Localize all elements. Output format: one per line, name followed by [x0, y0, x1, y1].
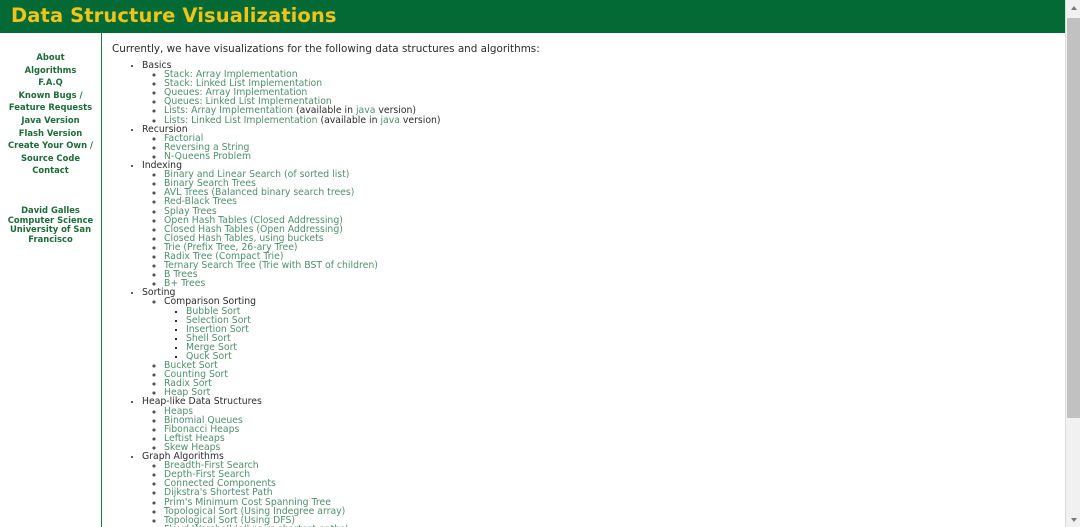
category-sublist: FactorialReversing a StringN-Queens Prob…	[142, 134, 1055, 161]
list-item: B Trees	[164, 270, 1055, 279]
java-version-link[interactable]: java	[380, 115, 399, 126]
list-item: Counting Sort	[164, 370, 1055, 379]
availability-prefix: (available in	[317, 114, 381, 126]
list-item: Binary and Linear Search (of sorted list…	[164, 170, 1055, 179]
list-item: Trie (Prefix Tree, 26-ary Tree)	[164, 243, 1055, 252]
category-sublist: Stack: Array ImplementationStack: Linked…	[142, 70, 1055, 125]
category-item: Graph AlgorithmsBreadth-First SearchDept…	[142, 452, 1055, 527]
sidebar-link-flash-version[interactable]: Flash Version	[19, 128, 83, 138]
scroll-up-arrow-icon[interactable]	[1066, 0, 1080, 15]
category-item: RecursionFactorialReversing a StringN-Qu…	[142, 125, 1055, 162]
comparison-sort-list: Bubble SortSelection SortInsertion SortS…	[164, 306, 1055, 361]
sidebar-link-algorithms[interactable]: Algorithms	[25, 65, 77, 75]
sidebar-nav: About Algorithms F.A.Q Known Bugs / Feature…	[0, 50, 101, 176]
category-sublist: Binary and Linear Search (of sorted list…	[142, 170, 1055, 288]
category-item: Heap-like Data StructuresHeapsBinomial Q…	[142, 397, 1055, 452]
list-item: B+ Trees	[164, 279, 1055, 288]
category-sublist: HeapsBinomial QueuesFibonacci HeapsLefti…	[142, 406, 1055, 452]
sidebar-link-f-a-q[interactable]: F.A.Q	[38, 77, 63, 87]
list-item: Heap Sort	[164, 388, 1055, 397]
page-header: Data Structure Visualizations	[0, 0, 1065, 33]
list-item: Depth-First Search	[164, 470, 1055, 479]
list-item: Ternary Search Tree (Trie with BST of ch…	[164, 261, 1055, 270]
category-item: BasicsStack: Array ImplementationStack: …	[142, 61, 1055, 125]
sidebar-credits: David Galles Computer Science University o…	[0, 205, 101, 244]
triangle-up-icon	[1070, 5, 1077, 10]
list-item: Radix Sort	[164, 379, 1055, 388]
list-item: N-Queens Problem	[164, 152, 1055, 161]
sidebar-link-create-your-own-source-code[interactable]: Create Your Own / Source Code	[8, 140, 93, 163]
page-title: Data Structure Visualizations	[11, 4, 337, 27]
list-item: Binomial Queues	[164, 416, 1055, 425]
category-sublist: Breadth-First SearchDepth-First SearchCo…	[142, 461, 1055, 527]
triangle-down-icon	[1070, 517, 1077, 522]
sidebar-link-java-version[interactable]: Java Version	[21, 115, 79, 125]
visualization-category-list: BasicsStack: Array ImplementationStack: …	[112, 61, 1055, 527]
list-item: Leftist Heaps	[164, 434, 1055, 443]
list-item: Lists: Linked List Implementation (avail…	[164, 114, 1055, 126]
list-item: Fibonacci Heaps	[164, 425, 1055, 434]
list-item: Red-Black Trees	[164, 197, 1055, 206]
scroll-down-arrow-icon[interactable]	[1066, 512, 1080, 527]
list-item: Shell Sort	[186, 334, 1055, 343]
list-item: Reversing a String	[164, 143, 1055, 152]
list-item: Skew Heaps	[164, 443, 1055, 452]
sidebar-link-known-bugs-feature-requests[interactable]: Known Bugs / Feature Requests	[9, 90, 92, 113]
category-item: IndexingBinary and Linear Search (of sor…	[142, 161, 1055, 289]
sidebar-link-about[interactable]: About	[36, 52, 64, 62]
list-item: Bucket Sort	[164, 361, 1055, 370]
sidebar: About Algorithms F.A.Q Known Bugs / Feature…	[0, 33, 102, 527]
page-root: Data Structure Visualizations About Algor…	[0, 0, 1080, 527]
list-item: AVL Trees (Balanced binary search trees)	[164, 188, 1055, 197]
list-item: Merge Sort	[186, 343, 1055, 352]
list-item: Connected Components	[164, 479, 1055, 488]
main-content: Currently, we have visualizations for th…	[103, 33, 1065, 527]
list-item: Topological Sort (Using Indegree array)	[164, 506, 1055, 515]
scrollbar-thumb[interactable]	[1067, 18, 1080, 418]
category-item: SortingComparison SortingBubble SortSele…	[142, 288, 1055, 397]
list-item: Quck Sort	[186, 352, 1055, 361]
list-item: Heaps	[164, 406, 1055, 415]
sidebar-link-contact[interactable]: Contact	[32, 165, 69, 176]
category-sublist: Comparison SortingBubble SortSelection S…	[142, 297, 1055, 397]
credit-line: University of San Francisco	[9, 224, 92, 244]
list-item: Breadth-First Search	[164, 461, 1055, 470]
intro-text: Currently, we have visualizations for th…	[112, 43, 540, 55]
list-item: Comparison SortingBubble SortSelection S…	[164, 297, 1055, 361]
list-item: Factorial	[164, 134, 1055, 143]
list-item: Bubble Sort	[186, 306, 1055, 315]
list-item: Insertion Sort	[186, 325, 1055, 334]
list-item: Selection Sort	[186, 315, 1055, 324]
availability-suffix: version)	[399, 114, 441, 126]
vertical-scrollbar[interactable]	[1065, 0, 1080, 527]
category-label: Heap-like Data Structures	[142, 396, 262, 408]
scrollbar-track[interactable]	[1066, 15, 1080, 512]
